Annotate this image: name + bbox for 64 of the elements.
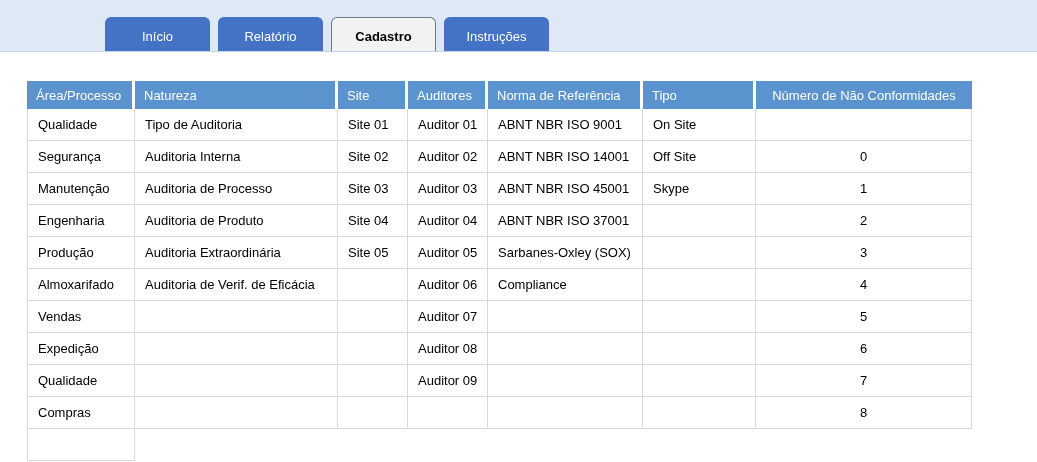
column-header: Número de Não Conformidades <box>756 81 972 109</box>
column-header: Auditores <box>408 81 488 109</box>
table-cell: 7 <box>756 365 972 397</box>
table-cell: Auditor 06 <box>408 269 488 301</box>
table-cell: Auditor 07 <box>408 301 488 333</box>
table-cell: Auditoria Interna <box>135 141 338 173</box>
table-cell: Segurança <box>27 141 135 173</box>
empty-cell <box>338 397 408 429</box>
table-cell: Auditoria de Produto <box>135 205 338 237</box>
table-cell: 0 <box>756 141 972 173</box>
table-cell: Site 05 <box>338 237 408 269</box>
table-cell: ABNT NBR ISO 14001 <box>488 141 643 173</box>
empty-cell <box>338 269 408 301</box>
table-cell: On Site <box>643 109 756 141</box>
table-cell: Manutenção <box>27 173 135 205</box>
table-cell: Vendas <box>27 301 135 333</box>
table-cell: Qualidade <box>27 365 135 397</box>
empty-cell <box>338 333 408 365</box>
table-cell: 5 <box>756 301 972 333</box>
table-cell: ABNT NBR ISO 45001 <box>488 173 643 205</box>
tab[interactable]: Cadastro <box>331 17 436 51</box>
column-header: Área/Processo <box>27 81 135 109</box>
table-cell: Site 01 <box>338 109 408 141</box>
table-cell: Off Site <box>643 141 756 173</box>
tab[interactable]: Instruções <box>444 17 549 51</box>
table-cell: Auditoria de Verif. de Eficácia <box>135 269 338 301</box>
table-cell: Auditoria de Processo <box>135 173 338 205</box>
table-cell: Auditor 04 <box>408 205 488 237</box>
table-cell: Auditor 05 <box>408 237 488 269</box>
table-cell: 6 <box>756 333 972 365</box>
table-cell: Almoxarifado <box>27 269 135 301</box>
table-cell: ABNT NBR ISO 37001 <box>488 205 643 237</box>
empty-cell <box>338 301 408 333</box>
column-header: Tipo <box>643 81 756 109</box>
table-cell: Auditor 01 <box>408 109 488 141</box>
table-cell: Tipo de Auditoria <box>135 109 338 141</box>
table-cell: ABNT NBR ISO 9001 <box>488 109 643 141</box>
column-header: Norma de Referência <box>488 81 643 109</box>
table-cell: Sarbanes-Oxley (SOX) <box>488 237 643 269</box>
table-cell: Auditoria Extraordinária <box>135 237 338 269</box>
table-cell: Skype <box>643 173 756 205</box>
table-cell: Compras <box>27 397 135 429</box>
table-cell: Expedição <box>27 333 135 365</box>
table-cell: 1 <box>756 173 972 205</box>
table-cell: Compliance <box>488 269 643 301</box>
table-cell: Auditor 08 <box>408 333 488 365</box>
table-cell: Auditor 09 <box>408 365 488 397</box>
table-cell: Site 02 <box>338 141 408 173</box>
column-header: Natureza <box>135 81 338 109</box>
table-cell: Auditor 03 <box>408 173 488 205</box>
table-cell: 8 <box>756 397 972 429</box>
tab[interactable]: Relatório <box>218 17 323 51</box>
empty-cell <box>338 365 408 397</box>
table-cell: Auditor 02 <box>408 141 488 173</box>
table-cell: Produção <box>27 237 135 269</box>
table-cell: 2 <box>756 205 972 237</box>
table-cell: Qualidade <box>27 109 135 141</box>
table-cell: 4 <box>756 269 972 301</box>
table-cell: 3 <box>756 237 972 269</box>
table-cell: Site 03 <box>338 173 408 205</box>
table-cell: Site 04 <box>338 205 408 237</box>
table-cell: Engenharia <box>27 205 135 237</box>
column-header: Site <box>338 81 408 109</box>
tab[interactable]: Início <box>105 17 210 51</box>
